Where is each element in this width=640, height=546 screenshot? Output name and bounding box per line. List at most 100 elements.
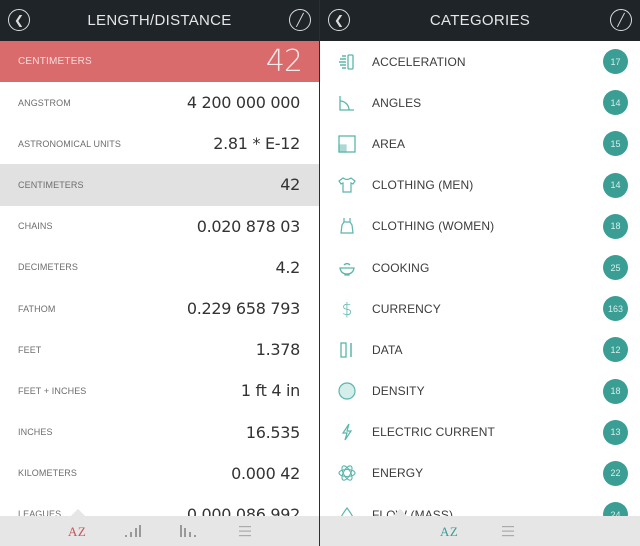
unit-count-badge: 15 [603,131,628,157]
unit-value: 1.378 [255,340,301,360]
unit-name: KILOMETERS [18,468,78,479]
category-name: DATA [372,342,403,357]
tab-alphabetical[interactable]: AZ [68,524,86,540]
edit-button[interactable]: ╱ [610,9,632,31]
category-row[interactable]: ANGLES 14 [320,82,640,123]
unit-value: 16.535 [245,422,300,442]
unit-name: ASTRONOMICAL UNITS [18,138,121,149]
unit-row[interactable]: FATHOM 0.229 658 793 [0,288,319,329]
category-name: CLOTHING (WOMEN) [372,219,495,234]
category-name: ACCELERATION [372,54,466,69]
tab-menu[interactable] [501,524,515,542]
category-row[interactable]: COOKING 25 [320,247,640,288]
header-bar: ❮ LENGTH/DISTANCE ╱ [0,0,319,41]
pencil-icon: ╱ [617,13,625,27]
category-row[interactable]: ACCELERATION 17 [320,41,640,82]
unit-name: INCHES [18,427,53,438]
unit-row[interactable]: CHAINS 0.020 878 03 [0,206,319,247]
category-row[interactable]: DENSITY 18 [320,371,640,412]
unit-count-badge: 22 [603,460,628,486]
category-row[interactable]: ELECTRIC CURRENT 13 [320,412,640,453]
input-value[interactable]: 42 [266,44,303,79]
lightning-icon [337,422,357,442]
category-name: AREA [372,136,406,151]
chevron-left-icon: ❮ [333,13,345,27]
dollar-icon: $ [337,299,357,319]
atom-icon [337,463,357,483]
tab-descending[interactable] [179,524,197,542]
category-row[interactable]: $ CURRENCY 163 [320,288,640,329]
unit-name: FATHOM [18,303,56,314]
unit-row[interactable]: ASTRONOMICAL UNITS 2.81 * E-12 [0,123,319,164]
tab-ascending[interactable] [124,524,142,542]
menu-icon [239,526,251,537]
category-name: ENERGY [372,466,424,481]
unit-list[interactable]: ANGSTROM 4 200 000 000 ASTRONOMICAL UNITS 2… [0,82,319,535]
page-title: CATEGORIES [429,12,531,29]
unit-count-badge: 14 [603,90,628,116]
unit-row[interactable]: FEET + INCHES 1 ft 4 in [0,370,319,411]
category-name: DENSITY [372,384,425,399]
sort-tab-bar: AZ [320,508,640,546]
conversion-screen: ❮ LENGTH/DISTANCE ╱ CENTIMETERS 42 ANGST… [0,0,320,546]
unit-value: 0.000 42 [231,463,300,483]
unit-count-badge: 18 [603,213,628,239]
unit-count-badge: 25 [603,255,628,281]
angle-icon [337,93,357,113]
area-icon [337,134,357,154]
unit-row[interactable]: DECIMETERS 4.2 [0,247,319,288]
unit-value: 4 200 000 000 [186,93,300,113]
unit-row[interactable]: INCHES 16.535 [0,412,319,453]
unit-value: 1 ft 4 in [240,381,300,401]
unit-value: 0.020 878 03 [196,216,301,236]
category-name: ANGLES [372,95,422,110]
category-row[interactable]: CLOTHING (MEN) 14 [320,165,640,206]
tshirt-icon [337,175,357,195]
unit-name: FEET [18,344,42,355]
category-row[interactable]: ENERGY 22 [320,453,640,494]
unit-name: CHAINS [18,221,53,232]
unit-name: DECIMETERS [18,262,79,273]
header-bar: ❮ CATEGORIES ╱ [320,0,640,41]
category-row[interactable]: DATA 12 [320,329,640,370]
unit-value: 2.81 * E-12 [213,134,300,154]
unit-row[interactable]: ANGSTROM 4 200 000 000 [0,82,319,123]
categories-screen: ❮ CATEGORIES ╱ ACCELERATION 17 ANGLES 14 ARE… [320,0,640,546]
category-row[interactable]: AREA 15 [320,123,640,164]
category-name: CLOTHING (MEN) [372,178,474,193]
density-circle-icon [337,381,357,401]
ascending-bars-icon [125,525,141,537]
unit-name: FEET + INCHES [18,385,87,396]
category-list[interactable]: ACCELERATION 17 ANGLES 14 AREA 15 CLOTHING (ME… [320,41,640,535]
acceleration-icon [337,52,357,72]
back-button[interactable]: ❮ [8,9,30,31]
unit-row[interactable]: KILOMETERS 0.000 42 [0,453,319,494]
descending-bars-icon [180,525,196,537]
tab-menu[interactable] [238,524,252,542]
back-button[interactable]: ❮ [328,9,350,31]
unit-count-badge: 17 [603,49,628,75]
menu-icon [502,526,514,537]
unit-row[interactable]: FEET 1.378 [0,329,319,370]
unit-value: 4.2 [275,257,300,277]
input-unit-label: CENTIMETERS [18,56,92,67]
category-row[interactable]: CLOTHING (WOMEN) 18 [320,206,640,247]
dress-icon [337,216,357,236]
page-title: LENGTH/DISTANCE [87,12,232,29]
category-name: CURRENCY [372,301,441,316]
edit-button[interactable]: ╱ [289,9,311,31]
svg-text:$: $ [342,300,353,319]
sort-tab-bar: AZ [0,508,319,546]
unit-count-badge: 163 [603,296,628,322]
tab-alphabetical[interactable]: AZ [440,524,458,540]
unit-row[interactable]: CENTIMETERS 42 [0,164,319,206]
unit-value: 0.229 658 793 [186,299,300,319]
unit-count-badge: 18 [603,378,628,404]
category-name: COOKING [372,260,430,275]
unit-name: CENTIMETERS [18,179,84,190]
bowl-icon [337,258,357,278]
category-name: ELECTRIC CURRENT [372,425,495,440]
unit-name: ANGSTROM [18,97,71,108]
input-value-bar[interactable]: CENTIMETERS 42 [0,41,319,82]
unit-count-badge: 14 [603,172,628,198]
